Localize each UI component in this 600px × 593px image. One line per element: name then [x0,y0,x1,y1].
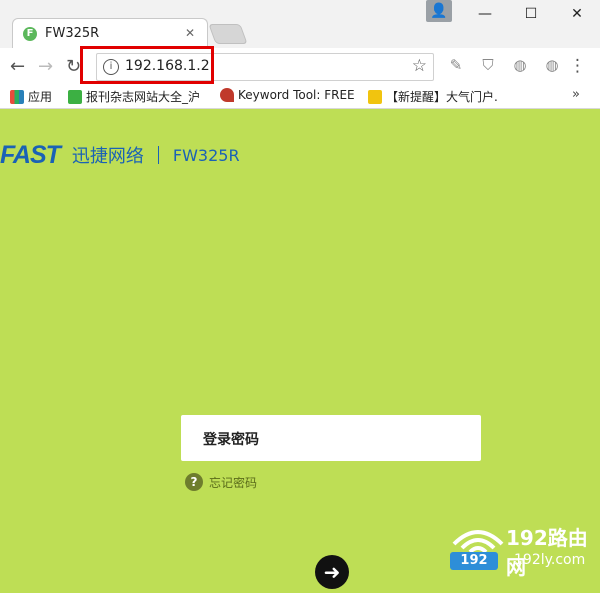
tab-strip: F FW325R ✕ 👤 — ☐ ✕ [0,0,600,49]
forgot-password-link[interactable]: ? 忘记密码 [185,473,257,491]
watermark-badge: 192 [450,552,498,570]
trophy-icon [368,89,382,104]
password-placeholder: 登录密码 [203,432,259,448]
menu-kebab-icon[interactable]: ⋮ [569,56,586,76]
login-arrow-button[interactable]: ➜ [315,555,349,589]
fast-favicon-icon: F [23,27,37,41]
bookmark-label: Keyword Tool: FREE [238,88,355,102]
bookmark-item[interactable]: 【新提醒】大气门户. [368,88,498,105]
bookmark-favicon-icon [68,89,82,104]
window-controls: 👤 — ☐ ✕ [426,0,600,28]
bookmark-label: 应用 [28,90,53,104]
forgot-password-label: 忘记密码 [209,475,258,490]
back-icon[interactable]: ← [10,56,25,77]
minimize-icon[interactable]: — [462,0,508,28]
browser-tab[interactable]: F FW325R ✕ [12,18,208,49]
forward-icon[interactable]: → [38,56,53,77]
brand-name: 迅捷网络 [71,146,144,167]
bookmark-label: 【新提醒】大气门户. [386,90,498,104]
bookmark-favicon-icon [220,88,234,102]
bookmark-star-icon[interactable]: ☆ [412,56,427,76]
site-watermark: 192路由网 192 192ly.com [444,516,600,593]
bookmark-item[interactable]: Keyword Tool: FREE [220,88,355,102]
profile-icon[interactable]: 👤 [426,0,452,22]
bookmark-item[interactable]: 报刊杂志网站大全_沪 [68,88,200,105]
fast-logo: FAST [0,140,61,169]
shield-icon[interactable]: ⛉ [478,55,498,75]
reload-icon[interactable]: ↻ [66,56,81,77]
wifi-icon [452,530,504,554]
router-header: FAST 迅捷网络 FW325R [0,140,240,170]
close-window-icon[interactable]: ✕ [554,0,600,28]
watermark-domain: 192ly.com [514,552,586,568]
bookmark-apps[interactable]: 应用 [10,88,52,105]
extension-icons: ✎ ⛉ ◍ ◍ [446,55,562,75]
bookmarks-bar: 应用 报刊杂志网站大全_沪 Keyword Tool: FREE 【新提醒】大气… [0,84,600,109]
more-bookmarks-icon[interactable]: » [572,87,580,102]
header-divider [157,146,159,164]
url-highlight-box [80,46,214,84]
bookmark-label: 报刊杂志网站大全_沪 [86,90,201,104]
extension-icon[interactable]: ◍ [510,55,530,75]
extension-icon[interactable]: ✎ [446,55,466,75]
apps-grid-icon [10,89,24,104]
maximize-icon[interactable]: ☐ [508,0,554,28]
question-icon: ? [185,473,203,491]
watermark-title: 192路由网 [506,526,588,579]
new-tab-button[interactable] [208,24,248,44]
model-name: FW325R [172,145,240,165]
tab-title: FW325R [45,26,100,41]
close-tab-icon[interactable]: ✕ [185,26,195,40]
extension-icon[interactable]: ◍ [542,55,562,75]
password-input[interactable]: 登录密码 [181,415,481,461]
